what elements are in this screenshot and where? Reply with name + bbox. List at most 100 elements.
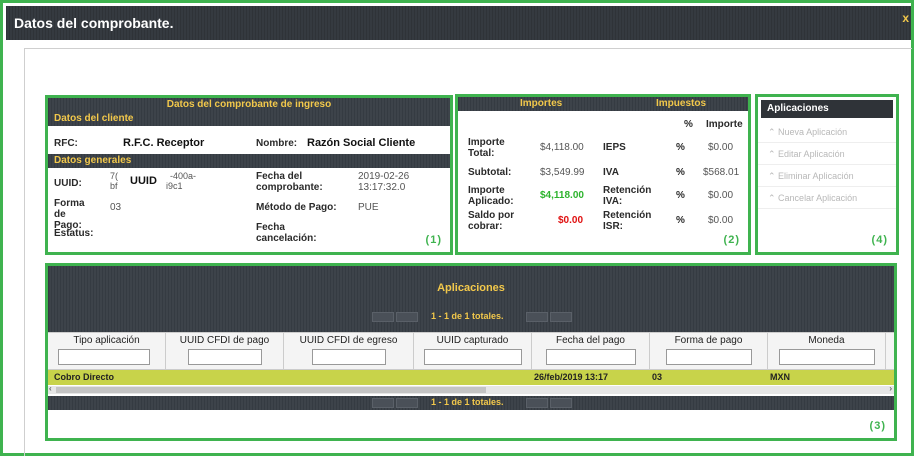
uuid-capturado-filter-input[interactable] <box>423 349 522 365</box>
forma-pago-value: 03 <box>110 202 122 213</box>
dialog-title: Datos del comprobante. <box>14 15 174 31</box>
nueva-aplicacion-item[interactable]: ⌃ Nueva Aplicación <box>758 121 896 143</box>
prev-page-button[interactable] <box>396 398 418 408</box>
forma-pago-filter-input[interactable] <box>665 349 752 365</box>
uuid-pago-filter-input[interactable] <box>187 349 262 365</box>
rfc-value: R.F.C. Receptor <box>123 137 205 149</box>
cell-moneda: MXN <box>770 372 790 382</box>
horizontal-scrollbar[interactable]: ‹ › <box>48 384 894 394</box>
retencion-iva-value: $0.00 <box>708 190 734 201</box>
first-page-button[interactable] <box>372 312 394 322</box>
pager-text: 1 - 1 de 1 totales. <box>431 311 504 321</box>
uuid-fragment: i9c1 <box>166 181 183 191</box>
applications-menu-panel: Aplicaciones ⌃ Nueva Aplicación ⌃ Editar… <box>755 94 899 255</box>
eliminar-aplicacion-item[interactable]: ⌃ Eliminar Aplicación <box>758 165 896 187</box>
column-header-label: Tipo aplicación <box>73 335 140 346</box>
table-header-row: Tipo aplicación UUID CFDI de pago UUID C… <box>48 332 894 371</box>
ieps-pct: % <box>676 142 685 153</box>
pager-text: 1 - 1 de 1 totales. <box>431 397 504 407</box>
uuid-fragment: bf <box>110 181 118 191</box>
importes-header: Importes <box>520 98 563 109</box>
column-header-label: UUID CFDI de pago <box>179 335 270 346</box>
importe-aplicado-label: Importe Aplicado: <box>468 185 514 207</box>
estatus-label: Estatus: <box>54 228 94 239</box>
metodo-pago-label: Método de Pago: <box>256 202 337 213</box>
fecha-comprobante-label: Fecha del comprobante: <box>256 171 323 193</box>
amounts-header: Importes Impuestos <box>458 97 748 111</box>
uuid-value: UUID <box>128 175 159 187</box>
menu-item-label: Editar Aplicación <box>778 149 845 159</box>
invoice-details-panel: Datos del comprobante de ingreso Datos d… <box>45 95 453 255</box>
menu-item-label: Eliminar Aplicación <box>778 171 854 181</box>
close-icon[interactable]: x <box>902 11 909 25</box>
bottom-pager: 1 - 1 de 1 totales. <box>48 396 894 410</box>
table-header-spacer <box>48 324 894 332</box>
section-marker: (4) <box>871 234 888 246</box>
ieps-label: IEPS <box>603 142 626 153</box>
column-forma-pago: Forma de pago <box>650 333 768 371</box>
client-section-header: Datos del cliente <box>48 112 450 126</box>
rfc-label: RFC: <box>54 138 78 149</box>
last-page-button[interactable] <box>550 398 572 408</box>
next-page-button[interactable] <box>526 398 548 408</box>
iva-pct: % <box>676 167 685 178</box>
column-header-label: UUID CFDI de egreso <box>299 335 398 346</box>
scrollbar-thumb[interactable] <box>56 387 486 393</box>
cell-fecha-pago: 26/feb/2019 13:17 <box>534 372 609 382</box>
uuid-fragment: -400a- <box>170 171 197 181</box>
nombre-label: Nombre: <box>256 138 298 149</box>
fecha-pago-filter-input[interactable] <box>545 349 636 365</box>
nombre-value: Razón Social Cliente <box>307 137 416 149</box>
menu-item-label: Nueva Aplicación <box>778 127 848 137</box>
column-header-label: Moneda <box>808 335 845 346</box>
fecha-cancelacion-label: Fecha cancelación: <box>256 222 317 244</box>
cell-tipo-aplicacion: Cobro Directo <box>54 372 115 382</box>
column-moneda: Moneda <box>768 333 886 371</box>
amounts-panel: Importes Impuestos % Importe Importe Tot… <box>455 94 751 255</box>
uuid-label: UUID: <box>54 178 82 189</box>
ieps-value: $0.00 <box>708 142 734 153</box>
importe-aplicado-value: $4,118.00 <box>540 190 584 201</box>
retencion-iva-label: Retención IVA: <box>603 185 652 207</box>
column-header-label: UUID capturado <box>436 335 509 346</box>
importe-column-header: Importe <box>706 119 743 130</box>
applications-menu-header: Aplicaciones <box>761 100 893 118</box>
editar-aplicacion-item[interactable]: ⌃ Editar Aplicación <box>758 143 896 165</box>
next-page-button[interactable] <box>526 312 548 322</box>
section-marker: (1) <box>425 234 442 246</box>
retencion-isr-value: $0.00 <box>708 215 734 226</box>
pct-column-header: % <box>684 119 693 130</box>
applications-table-title: Aplicaciones <box>48 266 894 310</box>
uuid-egreso-filter-input[interactable] <box>311 349 386 365</box>
last-page-button[interactable] <box>550 312 572 322</box>
saldo-cobrar-value: $0.00 <box>558 215 584 226</box>
saldo-cobrar-label: Saldo por cobrar: <box>468 210 515 232</box>
section-marker: (3) <box>869 420 886 432</box>
subtotal-label: Subtotal: <box>468 167 512 178</box>
cancelar-aplicacion-item[interactable]: ⌃ Cancelar Aplicación <box>758 187 896 209</box>
column-tipo-aplicacion: Tipo aplicación <box>48 333 166 371</box>
column-uuid-egreso: UUID CFDI de egreso <box>284 333 414 371</box>
scroll-left-icon[interactable]: ‹ <box>49 384 52 393</box>
tipo-aplicacion-filter-input[interactable] <box>58 349 150 365</box>
importe-total-value: $4,118.00 <box>540 142 584 153</box>
retencion-iva-pct: % <box>676 190 685 201</box>
moneda-filter-input[interactable] <box>778 349 875 365</box>
importe-total-label: Importe Total: <box>468 137 505 159</box>
table-row[interactable]: Cobro Directo 26/feb/2019 13:17 03 MXN <box>48 370 894 385</box>
column-header-label: Forma de pago <box>674 335 743 346</box>
prev-page-button[interactable] <box>396 312 418 322</box>
column-overflow <box>886 333 894 371</box>
uuid-fragment: 7( <box>110 171 119 181</box>
forma-pago-label: Forma de Pago: <box>54 198 85 231</box>
applications-table-panel: Aplicaciones 1 - 1 de 1 totales. Tipo ap… <box>45 263 897 441</box>
first-page-button[interactable] <box>372 398 394 408</box>
top-pager: 1 - 1 de 1 totales. <box>48 310 894 324</box>
invoice-details-header: Datos del comprobante de ingreso <box>48 98 450 112</box>
retencion-isr-pct: % <box>676 215 685 226</box>
subtotal-value: $3,549.99 <box>540 167 585 178</box>
impuestos-header: Impuestos <box>656 98 707 109</box>
title-bar: Datos del comprobante. x <box>6 6 911 40</box>
cell-forma-pago: 03 <box>652 372 663 382</box>
scroll-right-icon[interactable]: › <box>889 384 892 393</box>
